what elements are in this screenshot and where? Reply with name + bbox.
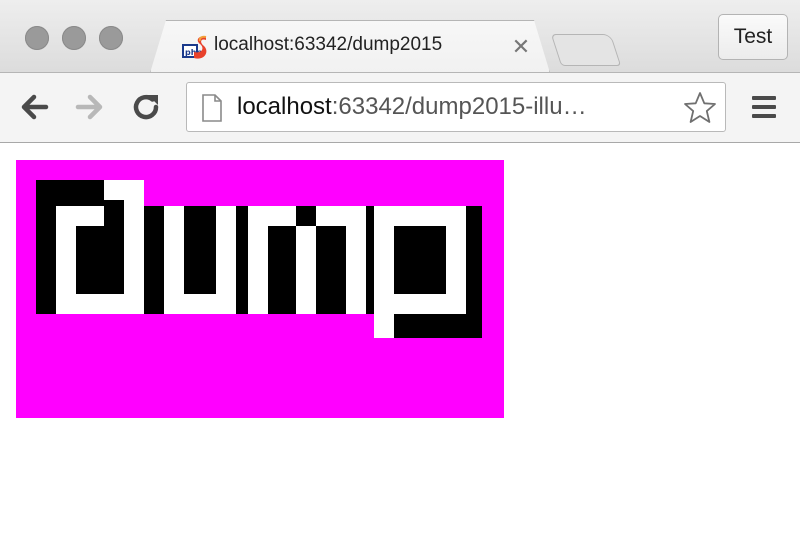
close-window-button[interactable]	[25, 26, 49, 50]
zoom-window-button[interactable]	[99, 26, 123, 50]
profile-button[interactable]: Test	[718, 14, 788, 60]
hamburger-menu-icon[interactable]	[748, 91, 780, 123]
forward-arrow-icon[interactable]	[72, 89, 108, 125]
page-icon	[202, 94, 222, 122]
star-icon[interactable]	[683, 91, 717, 125]
dump-logo: dump	[16, 160, 504, 418]
url-host: localhost	[237, 93, 332, 120]
tab-title: localhost:63342/dump2015	[214, 34, 443, 55]
back-arrow-icon[interactable]	[16, 89, 52, 125]
page-content: dump	[0, 143, 800, 544]
address-bar[interactable]: localhost:63342/dump2015-illu…	[186, 82, 726, 132]
browser-toolbar: localhost:63342/dump2015-illu…	[0, 72, 800, 143]
new-tab-button[interactable]	[550, 34, 622, 66]
url-path: :63342/dump2015-illu…	[331, 93, 587, 120]
reload-icon[interactable]	[128, 89, 164, 125]
close-icon[interactable]: ✕	[510, 34, 532, 60]
url-text[interactable]: localhost:63342/dump2015-illu…	[237, 93, 587, 121]
minimize-window-button[interactable]	[62, 26, 86, 50]
tab-content[interactable]: php localhost:63342/dump2015 ✕	[172, 28, 532, 68]
phpstorm-icon: php	[182, 35, 207, 59]
title-bar: php localhost:63342/dump2015 ✕ Test	[0, 0, 800, 72]
